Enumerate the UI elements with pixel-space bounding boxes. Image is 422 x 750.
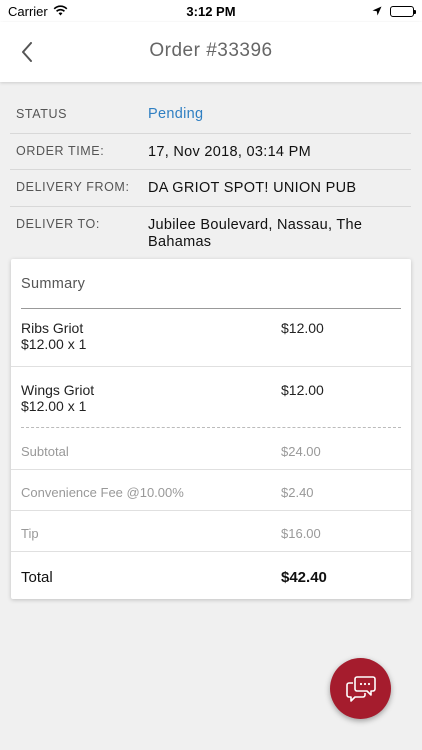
item-price: $12.00 [281, 382, 324, 398]
summary-title: Summary [21, 276, 86, 292]
subtotal-label: Subtotal [21, 444, 69, 459]
summary-card: Summary Ribs Griot $12.00 x 1 $12.00 Win… [11, 259, 411, 599]
deliver-to-row: DELIVER TO: Jubilee Boulevard, Nassau, T… [10, 207, 411, 259]
total-label: Total [21, 569, 53, 586]
deliver-to-label: DELIVER TO: [16, 217, 100, 231]
location-arrow-icon [372, 4, 382, 19]
status-time: 3:12 PM [186, 4, 236, 19]
summary-divider [21, 308, 401, 309]
divider [11, 469, 411, 470]
item-name: Wings Griot [21, 382, 95, 398]
order-time-row: ORDER TIME: 17, Nov 2018, 03:14 PM [10, 134, 411, 170]
chat-bubbles-icon [345, 675, 376, 702]
battery-icon [390, 6, 416, 17]
item-qty: $12.00 x 1 [21, 336, 87, 352]
fee-value: $2.40 [281, 485, 314, 500]
status-right [372, 4, 416, 19]
divider [11, 366, 411, 367]
item-price: $12.00 [281, 320, 324, 336]
order-info: STATUS Pending ORDER TIME: 17, Nov 2018,… [0, 96, 422, 259]
deliver-to-value: Jubilee Boulevard, Nassau, The Bahamas [148, 217, 363, 250]
status-value: Pending [148, 106, 204, 122]
subtotal-value: $24.00 [281, 444, 321, 459]
divider [11, 510, 411, 511]
delivery-from-label: DELIVERY FROM: [16, 180, 130, 194]
delivery-from-row: DELIVERY FROM: DA GRIOT SPOT! UNION PUB [10, 170, 411, 207]
navigation-bar: Order #33396 [0, 22, 422, 82]
order-time-value: 17, Nov 2018, 03:14 PM [148, 144, 311, 160]
chat-button[interactable] [330, 658, 391, 719]
total-value: $42.40 [281, 569, 327, 586]
dashed-divider [21, 427, 401, 428]
delivery-from-value: DA GRIOT SPOT! UNION PUB [148, 180, 357, 196]
status-bar: Carrier 3:12 PM [0, 0, 422, 22]
tip-label: Tip [21, 526, 39, 541]
order-time-label: ORDER TIME: [16, 144, 105, 158]
fee-label: Convenience Fee @10.00% [21, 485, 184, 500]
page-title: Order #33396 [149, 40, 273, 61]
item-qty: $12.00 x 1 [21, 398, 87, 414]
divider [11, 551, 411, 552]
item-name: Ribs Griot [21, 320, 84, 336]
tip-value: $16.00 [281, 526, 321, 541]
status-row: STATUS Pending [10, 96, 411, 134]
status-label: STATUS [16, 107, 68, 121]
